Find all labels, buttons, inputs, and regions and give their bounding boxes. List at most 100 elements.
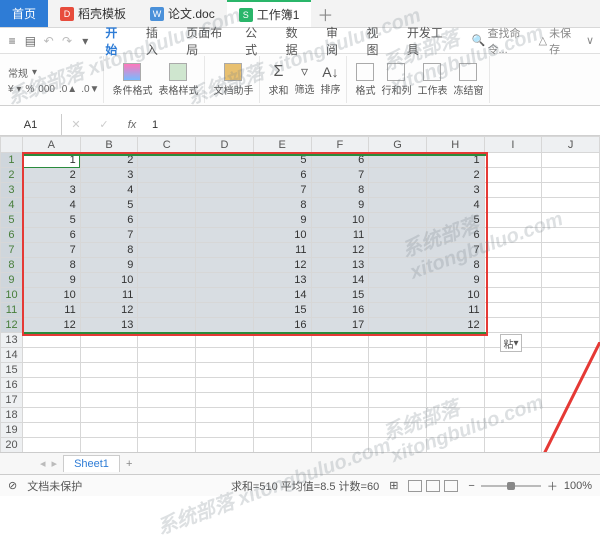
cell[interactable] bbox=[196, 213, 254, 228]
cell[interactable] bbox=[542, 333, 600, 348]
cell[interactable]: 12 bbox=[311, 243, 369, 258]
cell[interactable] bbox=[542, 273, 600, 288]
new-tab-button[interactable]: ＋ bbox=[317, 2, 333, 26]
cell[interactable] bbox=[484, 228, 542, 243]
cell[interactable] bbox=[542, 378, 600, 393]
cell[interactable]: 4 bbox=[426, 198, 484, 213]
cell[interactable]: 16 bbox=[253, 318, 311, 333]
menu-start[interactable]: 开始 bbox=[97, 24, 131, 58]
cell[interactable]: 9 bbox=[80, 258, 138, 273]
sort-button[interactable]: A↓排序 bbox=[320, 64, 340, 96]
cell[interactable] bbox=[542, 153, 600, 168]
cell[interactable] bbox=[311, 423, 369, 438]
cell[interactable]: 10 bbox=[253, 228, 311, 243]
doc-helper-button[interactable]: 文档助手 bbox=[213, 63, 253, 97]
cell[interactable] bbox=[311, 378, 369, 393]
cell[interactable] bbox=[484, 198, 542, 213]
app-menu-icon[interactable]: ≡ bbox=[6, 33, 18, 49]
cell[interactable] bbox=[196, 183, 254, 198]
cell[interactable] bbox=[542, 213, 600, 228]
cell[interactable] bbox=[369, 378, 427, 393]
menu-pagelayout[interactable]: 页面布局 bbox=[178, 24, 231, 58]
cell[interactable] bbox=[138, 348, 196, 363]
cell[interactable] bbox=[80, 423, 138, 438]
row-header[interactable]: 15 bbox=[1, 363, 23, 378]
menu-view[interactable]: 视图 bbox=[358, 24, 392, 58]
cell[interactable] bbox=[196, 378, 254, 393]
cell[interactable] bbox=[311, 408, 369, 423]
cell[interactable] bbox=[369, 363, 427, 378]
cell[interactable]: 8 bbox=[426, 258, 484, 273]
cell[interactable]: 6 bbox=[22, 228, 80, 243]
cell[interactable] bbox=[484, 153, 542, 168]
cell[interactable] bbox=[311, 438, 369, 453]
cell[interactable] bbox=[369, 168, 427, 183]
cell[interactable] bbox=[138, 183, 196, 198]
zoom-out-icon[interactable]: − bbox=[468, 480, 474, 492]
cell[interactable] bbox=[196, 318, 254, 333]
row-header[interactable]: 12 bbox=[1, 318, 23, 333]
undo-icon[interactable]: ↶ bbox=[43, 33, 55, 49]
cell[interactable]: 16 bbox=[311, 303, 369, 318]
cell[interactable] bbox=[253, 333, 311, 348]
cell[interactable] bbox=[369, 348, 427, 363]
cell[interactable]: 14 bbox=[253, 288, 311, 303]
cell[interactable] bbox=[369, 243, 427, 258]
cell[interactable] bbox=[484, 213, 542, 228]
cell[interactable]: 3 bbox=[426, 183, 484, 198]
cell[interactable]: 15 bbox=[253, 303, 311, 318]
cell[interactable]: 6 bbox=[311, 153, 369, 168]
view-reading-icon[interactable] bbox=[444, 480, 458, 492]
settings-icon[interactable]: ⊞ bbox=[389, 479, 398, 492]
cell[interactable] bbox=[542, 288, 600, 303]
cell[interactable]: 7 bbox=[22, 243, 80, 258]
cell[interactable]: 11 bbox=[253, 243, 311, 258]
row-header[interactable]: 20 bbox=[1, 438, 23, 453]
cell[interactable]: 9 bbox=[311, 198, 369, 213]
cell[interactable] bbox=[138, 243, 196, 258]
cell[interactable] bbox=[80, 438, 138, 453]
cell[interactable] bbox=[22, 363, 80, 378]
row-header[interactable]: 3 bbox=[1, 183, 23, 198]
conditional-format-button[interactable]: 条件格式 bbox=[112, 63, 152, 97]
formula-input[interactable]: 1 bbox=[146, 119, 600, 131]
spreadsheet-grid[interactable]: ABCDEFGHIJ112561223672334783445894556910… bbox=[0, 136, 600, 452]
cell[interactable]: 11 bbox=[311, 228, 369, 243]
col-header[interactable]: F bbox=[311, 137, 369, 153]
cell[interactable] bbox=[369, 408, 427, 423]
cell[interactable] bbox=[138, 288, 196, 303]
row-col-button[interactable]: 行和列 bbox=[381, 63, 411, 97]
cell[interactable] bbox=[311, 333, 369, 348]
menu-insert[interactable]: 插入 bbox=[138, 24, 172, 58]
cell[interactable] bbox=[138, 363, 196, 378]
cell[interactable] bbox=[196, 333, 254, 348]
cell[interactable] bbox=[138, 408, 196, 423]
cell[interactable] bbox=[253, 408, 311, 423]
cell[interactable] bbox=[138, 258, 196, 273]
cell[interactable] bbox=[196, 168, 254, 183]
cell[interactable]: 14 bbox=[311, 273, 369, 288]
cell[interactable] bbox=[138, 423, 196, 438]
cell[interactable]: 1 bbox=[426, 153, 484, 168]
cell[interactable] bbox=[22, 348, 80, 363]
row-header[interactable]: 17 bbox=[1, 393, 23, 408]
cell[interactable] bbox=[196, 273, 254, 288]
cell[interactable] bbox=[22, 438, 80, 453]
fx-button[interactable]: fx bbox=[118, 119, 146, 131]
cell[interactable]: 3 bbox=[22, 183, 80, 198]
cell[interactable] bbox=[196, 438, 254, 453]
cell[interactable] bbox=[22, 393, 80, 408]
cell[interactable]: 12 bbox=[426, 318, 484, 333]
cell[interactable]: 9 bbox=[426, 273, 484, 288]
add-sheet-button[interactable]: + bbox=[126, 458, 132, 470]
cell[interactable] bbox=[253, 438, 311, 453]
paste-options-button[interactable]: 粘▾ bbox=[500, 334, 522, 352]
cell[interactable] bbox=[484, 273, 542, 288]
zoom-control[interactable]: − ＋ 100% bbox=[468, 478, 592, 494]
cell[interactable] bbox=[253, 378, 311, 393]
cell[interactable] bbox=[542, 348, 600, 363]
cell[interactable] bbox=[484, 378, 542, 393]
cell[interactable] bbox=[311, 363, 369, 378]
cell[interactable] bbox=[80, 363, 138, 378]
cell[interactable] bbox=[253, 393, 311, 408]
